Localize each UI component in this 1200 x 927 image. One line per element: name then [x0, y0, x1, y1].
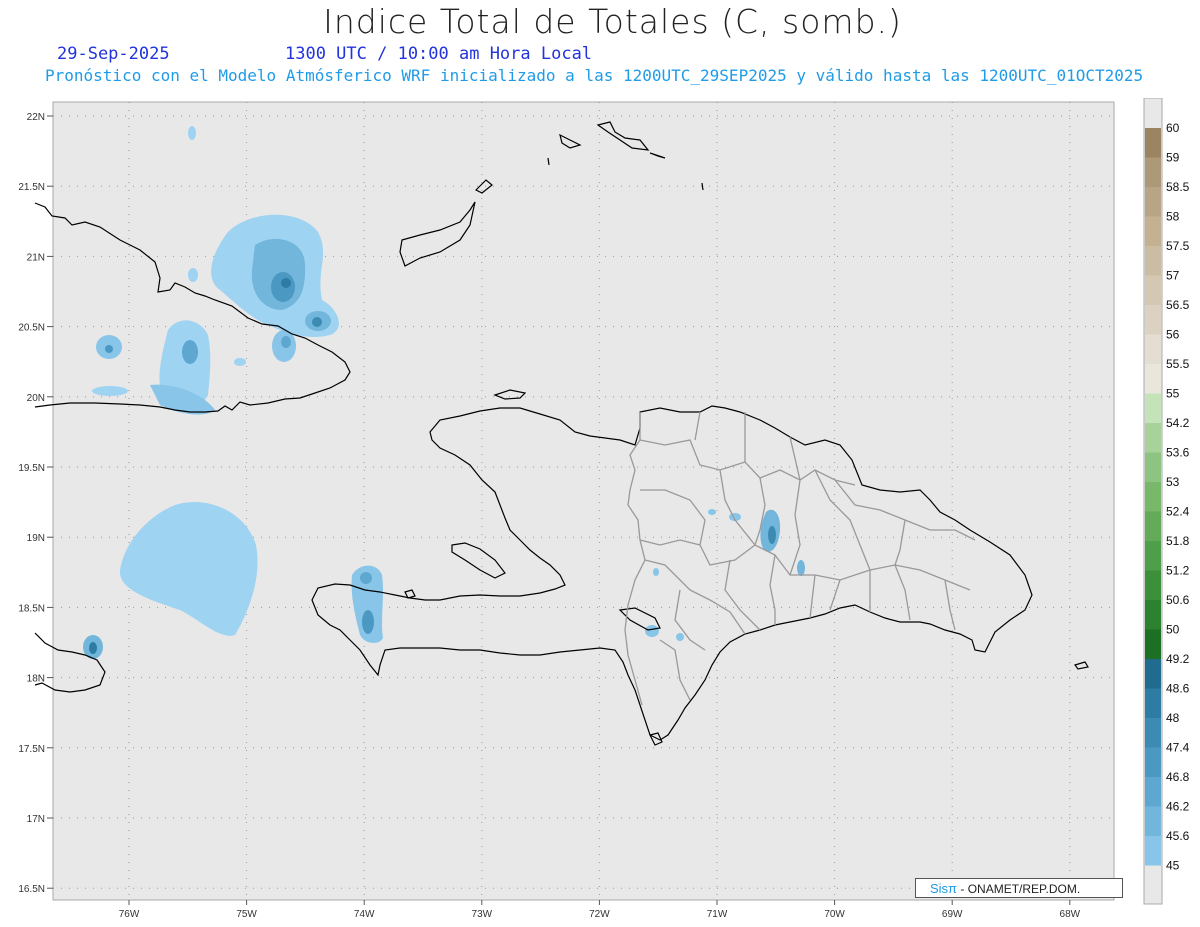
colorbar-level: 54.2 [1166, 416, 1190, 430]
lat-label: 18.5N [18, 603, 45, 614]
lon-label: 72W [589, 909, 610, 920]
lat-label: 19N [27, 533, 45, 544]
lon-label: 75W [236, 909, 257, 920]
colorbar-level: 49.2 [1166, 652, 1190, 666]
credit-text: - ONAMET/REP.DOM. [960, 882, 1081, 896]
latitude-labels: 22N21.5N21N20.5N20N19.5N19N18.5N18N17.5N… [18, 112, 53, 895]
colorbar-swatch [1145, 216, 1161, 246]
lat-label: 20N [27, 393, 45, 404]
lon-label: 69W [942, 909, 963, 920]
colorbar: 60 59 58.5 58 57.5 57 56.5 56 55.5 55 54.2 53.6 53 52… [1143, 98, 1190, 905]
shade-area-north-peak [281, 278, 291, 288]
colorbar-level: 59 [1166, 151, 1180, 165]
shade-blob-c-core [281, 336, 291, 348]
shade-blob-e-core [312, 317, 322, 327]
colorbar-swatch [1145, 541, 1161, 571]
colorbar-level: 55.5 [1166, 357, 1190, 371]
shade-dr-small-6 [676, 633, 684, 641]
colorbar-level: 60 [1166, 121, 1180, 135]
shade-jamaica-blob-core [89, 642, 97, 654]
colorbar-level: 51.8 [1166, 534, 1190, 548]
colorbar-level: 53.6 [1166, 446, 1190, 460]
weather-map: 22N21.5N21N20.5N20N19.5N19N18.5N18N17.5N… [18, 101, 1115, 920]
colorbar-swatch [1145, 511, 1161, 541]
shade-haiti-sw-core2 [360, 572, 372, 584]
colorbar-swatch [1145, 600, 1161, 630]
shade-dr-central-core [768, 526, 776, 544]
shade-haiti-sw-core [362, 610, 374, 634]
lat-label: 20.5N [18, 323, 45, 334]
shade-dr-small-5 [708, 509, 716, 515]
shade-dr-small-2 [797, 560, 805, 576]
colorbar-swatch [1145, 187, 1161, 217]
colorbar-level: 50.6 [1166, 593, 1190, 607]
credit-brand: Sisπ [930, 881, 958, 896]
longitude-labels: 76W 75W 74W 73W 72W 71W 70W 69W 68W [119, 900, 1081, 920]
colorbar-level: 48.6 [1166, 682, 1190, 696]
shade-dr-small-3 [645, 625, 659, 637]
colorbar-level: 57 [1166, 269, 1180, 283]
colorbar-swatch [1145, 570, 1161, 600]
shade-blob-small-3 [92, 386, 128, 396]
colorbar-swatches [1145, 128, 1161, 866]
colorbar-level: 51.2 [1166, 564, 1190, 578]
shade-cuba-central-core [182, 340, 198, 364]
lon-label: 73W [472, 909, 493, 920]
map-background [52, 101, 1115, 901]
lat-label: 22N [27, 112, 45, 123]
colorbar-level: 58.5 [1166, 180, 1190, 194]
lat-label: 19.5N [18, 463, 45, 474]
colorbar-swatch [1145, 482, 1161, 512]
lon-label: 68W [1060, 909, 1081, 920]
colorbar-swatch [1145, 275, 1161, 305]
colorbar-level: 50 [1166, 623, 1180, 637]
colorbar-swatch [1145, 836, 1161, 866]
lat-label: 16.5N [18, 884, 45, 895]
colorbar-swatch [1145, 128, 1161, 158]
colorbar-level: 52.4 [1166, 505, 1190, 519]
lat-label: 21N [27, 252, 45, 263]
shade-blob-small-4 [234, 358, 246, 366]
colorbar-level: 45 [1166, 859, 1180, 873]
colorbar-level: 56.5 [1166, 298, 1190, 312]
colorbar-level: 58 [1166, 210, 1180, 224]
shade-blob-small-1 [188, 126, 196, 140]
colorbar-level: 47.4 [1166, 741, 1190, 755]
colorbar-level: 46.2 [1166, 800, 1190, 814]
colorbar-level: 53 [1166, 475, 1180, 489]
lon-label: 71W [707, 909, 728, 920]
colorbar-swatch [1145, 393, 1161, 423]
colorbar-level: 56 [1166, 328, 1180, 342]
lat-label: 17.5N [18, 744, 45, 755]
lat-label: 17N [27, 814, 45, 825]
colorbar-level: 55 [1166, 387, 1180, 401]
shade-dr-small-4 [653, 568, 659, 576]
credit-box: Sisπ - ONAMET/REP.DOM. [915, 878, 1123, 898]
colorbar-swatch [1145, 305, 1161, 335]
colorbar-swatch [1145, 747, 1161, 777]
colorbar-swatch [1145, 806, 1161, 836]
colorbar-swatch [1145, 629, 1161, 659]
colorbar-swatch [1145, 364, 1161, 394]
shade-blob-small-2 [188, 268, 198, 282]
colorbar-swatch [1145, 659, 1161, 689]
colorbar-swatch [1145, 718, 1161, 748]
lon-label: 74W [354, 909, 375, 920]
lat-label: 21.5N [18, 182, 45, 193]
colorbar-labels: 60 59 58.5 58 57.5 57 56.5 56 55.5 55 54.2 53.6 53 52… [1166, 121, 1190, 873]
lon-label: 70W [824, 909, 845, 920]
lon-label: 76W [119, 909, 140, 920]
colorbar-swatch [1145, 688, 1161, 718]
shade-blob-w-core [105, 345, 113, 353]
colorbar-level: 48 [1166, 711, 1180, 725]
colorbar-level: 46.8 [1166, 770, 1190, 784]
colorbar-swatch [1145, 423, 1161, 453]
colorbar-swatch [1145, 452, 1161, 482]
colorbar-level: 45.6 [1166, 829, 1190, 843]
colorbar-swatch [1145, 777, 1161, 807]
colorbar-swatch [1145, 334, 1161, 364]
colorbar-swatch [1145, 246, 1161, 276]
colorbar-swatch [1145, 157, 1161, 187]
colorbar-level: 57.5 [1166, 239, 1190, 253]
